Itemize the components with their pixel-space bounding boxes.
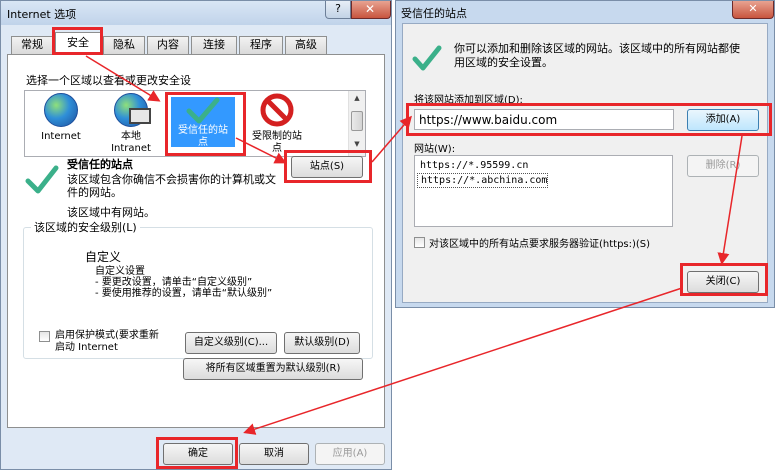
tab-privacy[interactable]: 隐私 xyxy=(103,36,145,54)
intranet-globe-icon xyxy=(114,93,151,127)
add-site-input[interactable]: https://www.baidu.com xyxy=(414,109,674,130)
tab-programs[interactable]: 程序 xyxy=(239,36,283,54)
dialog-title: 受信任的站点 xyxy=(401,7,467,20)
reset-all-zones-button[interactable]: 将所有区域重置为默认级别(R) xyxy=(183,358,363,380)
internet-options-dialog: Internet 选项 ? ✕ 常规 安全 隐私 内容 连接 程序 高级 选择一… xyxy=(0,0,392,470)
close-icon: ✕ xyxy=(748,2,758,15)
zone-name: 受信任的站点 xyxy=(67,158,133,171)
info-text: 你可以添加和删除该区域的网站。该区域中的所有网站都使 用区域的安全设置。 xyxy=(454,42,740,69)
trusted-checkmark-icon xyxy=(25,165,59,194)
zone-internet[interactable]: Internet xyxy=(29,93,93,143)
monitor-icon xyxy=(129,108,151,124)
security-level-title: 该区域的安全级别(L) xyxy=(31,219,140,235)
protected-mode-label: 启用保护模式(要求重新 启动 Internet xyxy=(55,330,159,353)
zone-description: 该区域包含你确信不会损害你的计算机或文 件的网站。 xyxy=(67,173,276,199)
websites-label: 网站(W): xyxy=(414,144,456,155)
title-bar: Internet 选项 ? ✕ xyxy=(1,1,391,25)
websites-list[interactable]: https://*.95599.cn https://*.abchina.com xyxy=(414,155,673,227)
scroll-down-arrow[interactable]: ▼ xyxy=(349,137,365,151)
scroll-thumb[interactable] xyxy=(351,111,363,131)
scroll-up-arrow[interactable]: ▲ xyxy=(349,91,365,105)
tab-advanced[interactable]: 高级 xyxy=(285,36,327,54)
window-title: Internet 选项 xyxy=(7,8,77,21)
zones-scrollbar[interactable]: ▲ ▼ xyxy=(348,91,365,156)
cancel-button[interactable]: 取消 xyxy=(239,443,309,465)
tab-general[interactable]: 常规 xyxy=(11,36,53,54)
dialog-close-button[interactable]: ✕ xyxy=(732,1,774,19)
tab-security[interactable]: 安全 xyxy=(55,32,101,55)
help-button[interactable]: ? xyxy=(325,1,351,19)
close-dialog-button[interactable]: 关闭(C) xyxy=(687,271,759,293)
tab-content[interactable]: 内容 xyxy=(147,36,189,54)
default-level-button[interactable]: 默认级别(D) xyxy=(284,332,360,354)
level-name: 自定义 xyxy=(85,250,122,264)
add-button[interactable]: 添加(A) xyxy=(687,109,759,131)
add-site-label: 将该网站添加到区域(D): xyxy=(414,95,523,106)
remove-button[interactable]: 删除(R) xyxy=(687,155,759,177)
zone-restricted-sites[interactable]: 受限制的站 点 xyxy=(245,93,309,155)
require-https-checkbox[interactable] xyxy=(414,237,425,248)
zone-trusted-sites[interactable]: 受信任的站 点 xyxy=(171,97,235,148)
help-icon: ? xyxy=(335,2,341,15)
sites-button[interactable]: 站点(S) xyxy=(291,156,363,178)
globe-icon xyxy=(44,93,78,127)
zone-local-intranet[interactable]: 本地 Intranet xyxy=(99,93,163,155)
apply-button[interactable]: 应用(A) xyxy=(315,443,385,465)
restricted-icon xyxy=(260,93,294,127)
level-description: 自定义设置 - 要更改设置，请单击“自定义级别” - 要使用推荐的设置，请单击“… xyxy=(95,266,273,299)
website-item[interactable]: https://*.95599.cn xyxy=(417,158,670,173)
ok-button[interactable]: 确定 xyxy=(163,443,233,465)
custom-level-button[interactable]: 自定义级别(C)... xyxy=(185,332,277,354)
trusted-sites-dialog: 受信任的站点 ✕ 你可以添加和删除该区域的网站。该区域中的所有网站都使 用区域的… xyxy=(395,0,775,308)
checkmark-icon xyxy=(186,97,220,124)
close-icon: ✕ xyxy=(365,2,376,16)
info-checkmark-icon xyxy=(412,45,442,71)
require-https-label: 对该区域中的所有站点要求服务器验证(https:)(S) xyxy=(429,239,651,250)
tab-connections[interactable]: 连接 xyxy=(191,36,237,54)
website-item[interactable]: https://*.abchina.com xyxy=(417,173,549,188)
protected-mode-checkbox[interactable] xyxy=(39,331,50,342)
zone-note: 该区域中有网站。 xyxy=(67,206,155,219)
close-button[interactable]: ✕ xyxy=(351,1,391,19)
zones-caption: 选择一个区域以查看或更改安全设 xyxy=(26,74,191,87)
